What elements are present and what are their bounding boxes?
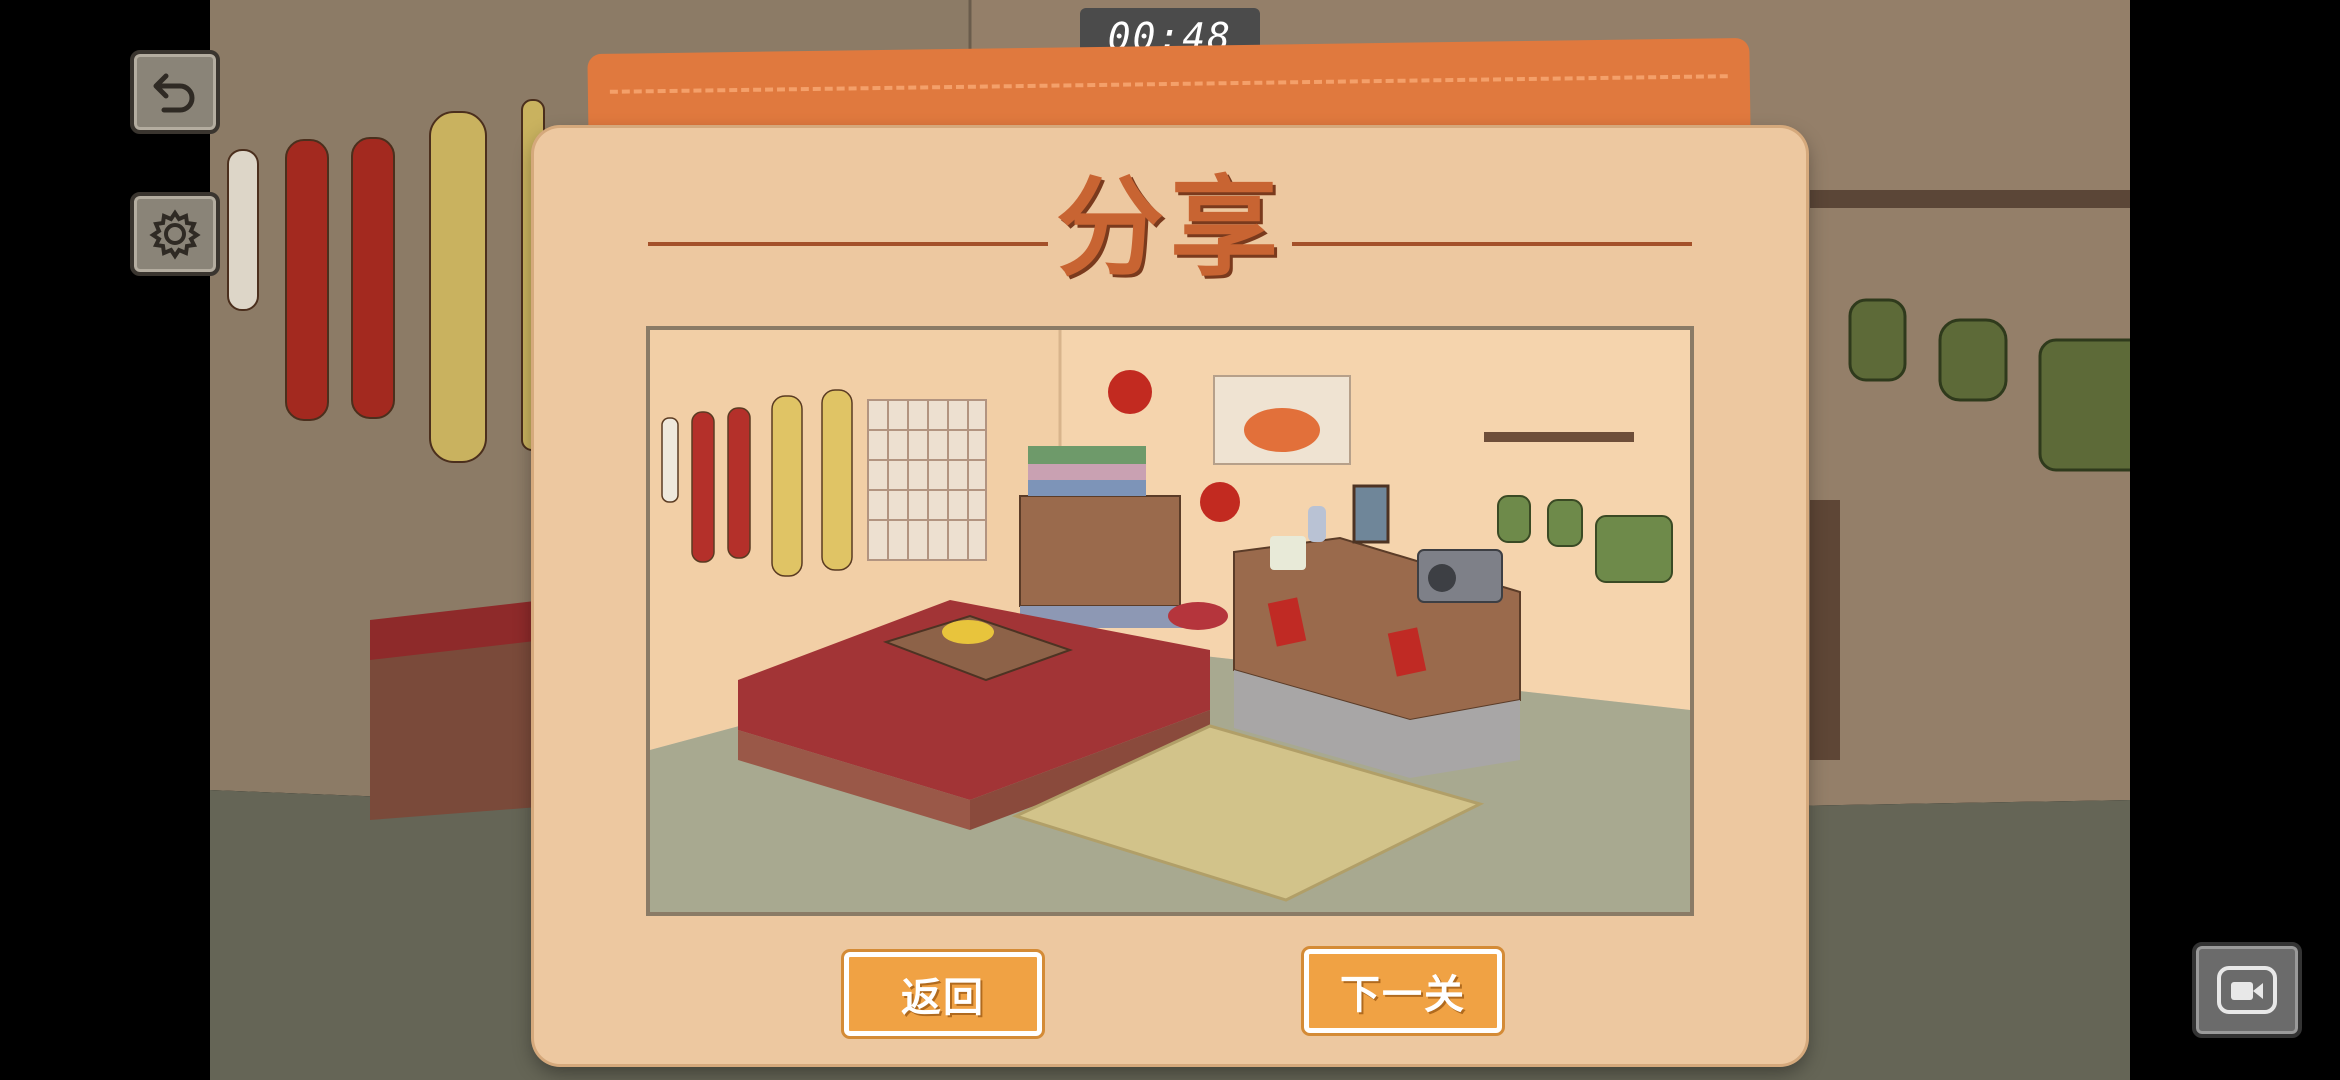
dialog-title-row: 分享 [648, 154, 1692, 291]
title-rule-right [1292, 242, 1692, 246]
share-dialog: 分享 返回 下一关 [534, 128, 1806, 1064]
back-button[interactable]: 返回 [844, 952, 1042, 1036]
record-video-button[interactable] [2192, 942, 2302, 1038]
video-record-icon [2217, 966, 2277, 1014]
settings-button[interactable] [130, 192, 220, 276]
undo-button[interactable] [130, 50, 220, 134]
gear-icon [149, 209, 201, 260]
next-level-button[interactable]: 下一关 [1304, 949, 1502, 1033]
title-rule-left [648, 242, 1048, 246]
dialog-title: 分享 [1055, 166, 1284, 291]
room-illustration [650, 330, 1690, 912]
undo-icon [153, 73, 195, 113]
level-preview-image [646, 326, 1694, 916]
game-screen: 00:48 分享 返回 下一关 [0, 0, 2340, 1080]
